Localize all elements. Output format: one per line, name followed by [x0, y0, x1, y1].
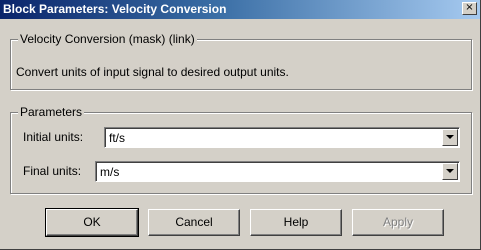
mask-description-group: Velocity Conversion (mask) (link) Conver… [10, 32, 472, 90]
cancel-button[interactable]: Cancel [148, 209, 240, 236]
help-button[interactable]: Help [250, 209, 342, 236]
title-bar[interactable]: Block Parameters: Velocity Conversion × [0, 0, 480, 19]
mask-group-legend: Velocity Conversion (mask) (link) [18, 32, 197, 46]
initial-units-value: ft/s [109, 131, 126, 145]
initial-units-select[interactable]: ft/s [104, 127, 460, 148]
close-icon[interactable]: × [462, 2, 477, 15]
chevron-down-icon[interactable] [442, 129, 458, 146]
final-units-value: m/s [100, 165, 120, 179]
ok-button[interactable]: OK [45, 208, 139, 237]
parameters-legend: Parameters [18, 105, 85, 119]
final-units-label: Final units: [23, 164, 82, 178]
block-parameters-dialog: Block Parameters: Velocity Conversion × … [0, 0, 481, 250]
initial-units-label: Initial units: [23, 130, 84, 144]
parameters-group: Parameters Initial units: ft/s Final uni… [10, 105, 472, 194]
apply-button[interactable]: Apply [352, 209, 444, 236]
final-units-select[interactable]: m/s [95, 161, 460, 182]
mask-description: Convert units of input signal to desired… [16, 65, 289, 79]
chevron-down-icon[interactable] [442, 163, 458, 180]
dialog-title: Block Parameters: Velocity Conversion [3, 2, 227, 16]
